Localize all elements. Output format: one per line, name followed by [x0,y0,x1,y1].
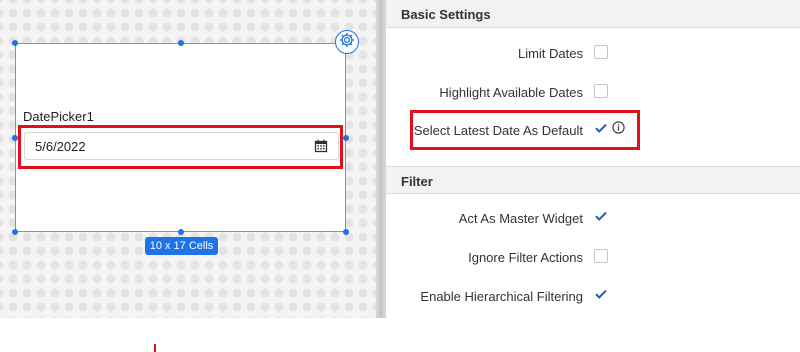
widget-size-badge: 10 x 17 Cells [145,237,218,255]
check-icon [595,211,607,221]
option-enable-hierarchical-filtering-label: Enable Hierarchical Filtering [420,289,583,304]
option-act-as-master-widget-checkbox[interactable] [594,209,608,223]
resize-handle-top-left[interactable] [12,40,18,46]
resize-handle-bottom-right[interactable] [343,229,349,235]
resize-handle-bottom[interactable] [178,229,184,235]
datepicker-title: DatePicker1 [23,109,94,124]
highlight-box-datepicker [18,125,343,169]
option-highlight-available-dates-label: Highlight Available Dates [439,85,583,100]
option-enable-hierarchical-filtering-checkbox[interactable] [594,287,608,301]
resize-handle-bottom-left[interactable] [12,229,18,235]
resize-handle-top[interactable] [178,40,184,46]
section-basic-settings-title: Basic Settings [401,7,491,22]
check-icon [595,289,607,299]
highlight-box-select-latest-date [410,110,640,150]
annotation-mark [154,344,156,352]
option-ignore-filter-actions-label: Ignore Filter Actions [468,250,583,265]
option-limit-dates-checkbox[interactable] [594,45,608,59]
option-highlight-available-dates-checkbox[interactable] [594,84,608,98]
section-basic-settings[interactable]: Basic Settings [386,0,800,28]
option-limit-dates-label: Limit Dates [517,46,583,61]
section-filter-title: Filter [401,174,433,189]
panel-splitter[interactable] [376,0,386,318]
resize-handle-right[interactable] [343,135,349,141]
widget-settings-button[interactable] [335,30,359,54]
section-filter[interactable]: Filter [386,166,800,194]
properties-panel: Basic Settings Limit Dates Highlight Ava… [386,0,800,318]
option-ignore-filter-actions-checkbox[interactable] [594,249,608,263]
option-act-as-master-widget-label: Act As Master Widget [458,211,583,226]
gear-icon [338,31,356,54]
design-canvas[interactable]: DatePicker1 5/6/2022 10 x 17 Cells [0,0,376,318]
